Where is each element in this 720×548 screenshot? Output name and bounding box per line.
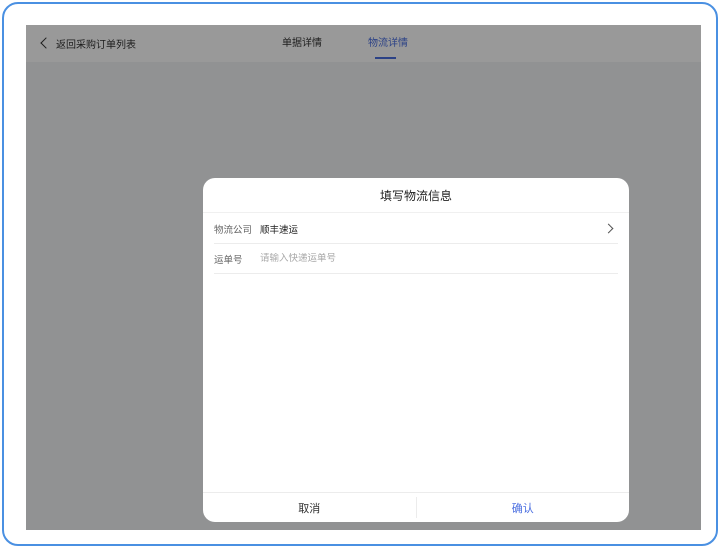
chevron-right-icon xyxy=(603,223,614,234)
confirm-button[interactable]: 确认 xyxy=(417,493,630,522)
dialog-footer: 取消 确认 xyxy=(203,492,629,522)
tracking-number-row: 运单号 xyxy=(214,244,618,274)
cancel-button[interactable]: 取消 xyxy=(203,493,416,522)
tracking-number-label: 运单号 xyxy=(214,254,243,266)
dialog-title: 填写物流信息 xyxy=(203,178,629,213)
logistics-company-label: 物流公司 xyxy=(214,224,253,236)
logistics-company-row[interactable]: 物流公司 顺丰速运 xyxy=(214,214,618,244)
app-screen: 返回采购订单列表 单据详情 物流详情 填写物流信息 物流公司 顺丰速运 运单号 … xyxy=(26,25,701,530)
logistics-company-value: 顺丰速运 xyxy=(260,224,299,236)
device-frame: 返回采购订单列表 单据详情 物流详情 填写物流信息 物流公司 顺丰速运 运单号 … xyxy=(2,2,718,546)
tracking-number-input[interactable] xyxy=(260,253,618,264)
logistics-info-dialog: 填写物流信息 物流公司 顺丰速运 运单号 取消 确认 xyxy=(203,178,629,522)
